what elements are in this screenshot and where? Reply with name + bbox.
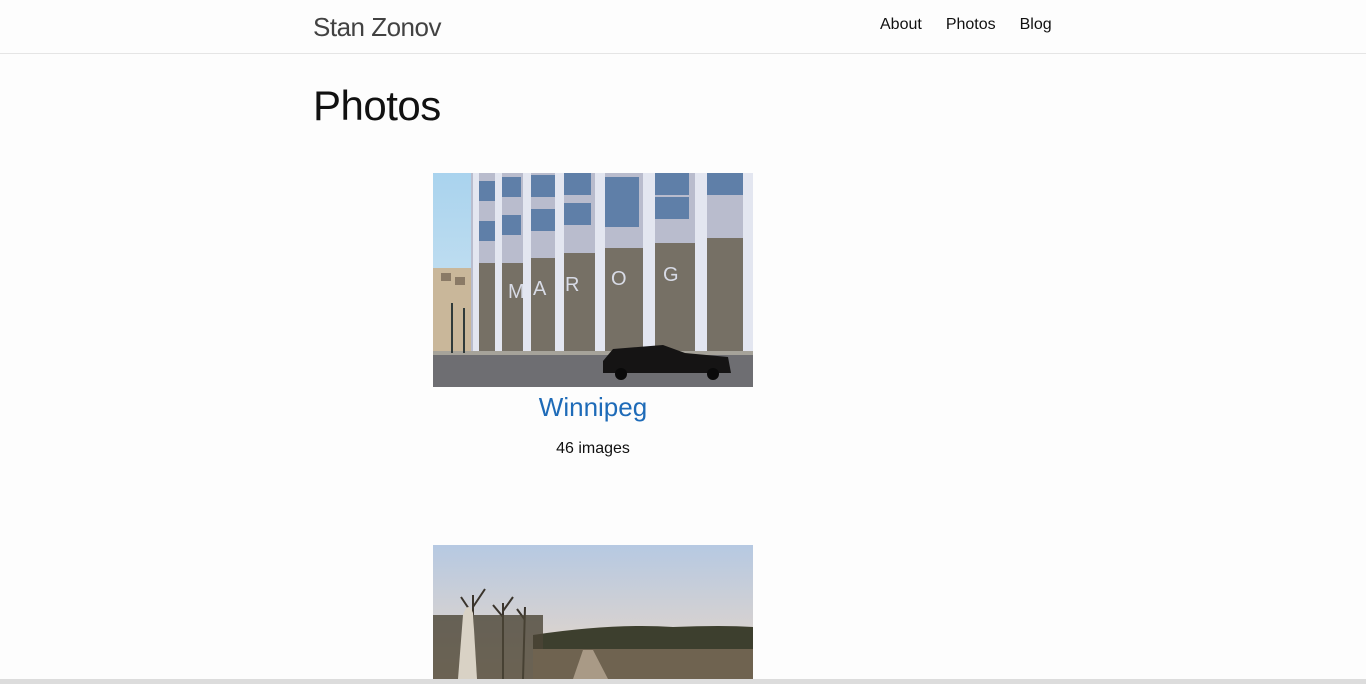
album-title-link[interactable]: Winnipeg: [433, 392, 753, 423]
site-header: Stan Zonov About Photos Blog: [0, 0, 1366, 54]
album-thumbnail-image: MA R O G: [433, 173, 753, 387]
album-card: MA R O G Winnipeg 46 images: [433, 173, 753, 458]
page-title: Photos: [313, 82, 441, 129]
album-thumbnail-link[interactable]: MA R O G: [433, 173, 753, 387]
horizontal-scrollbar[interactable]: [0, 679, 1366, 684]
svg-text:G: G: [663, 264, 679, 286]
main-nav: About Photos Blog: [880, 16, 1052, 34]
svg-text:A: A: [533, 278, 547, 300]
svg-text:O: O: [611, 268, 627, 290]
album-card: [433, 545, 753, 679]
nav-photos-link[interactable]: Photos: [946, 16, 996, 34]
album-image-count: 46 images: [556, 440, 630, 457]
nav-blog-link[interactable]: Blog: [1020, 16, 1052, 34]
nav-about-link[interactable]: About: [880, 16, 922, 34]
svg-text:R: R: [565, 274, 579, 296]
svg-text:M: M: [508, 281, 525, 303]
site-title-link[interactable]: Stan Zonov: [313, 12, 441, 43]
album-thumbnail-image: [433, 545, 753, 679]
album-thumbnail-link[interactable]: [433, 545, 753, 679]
